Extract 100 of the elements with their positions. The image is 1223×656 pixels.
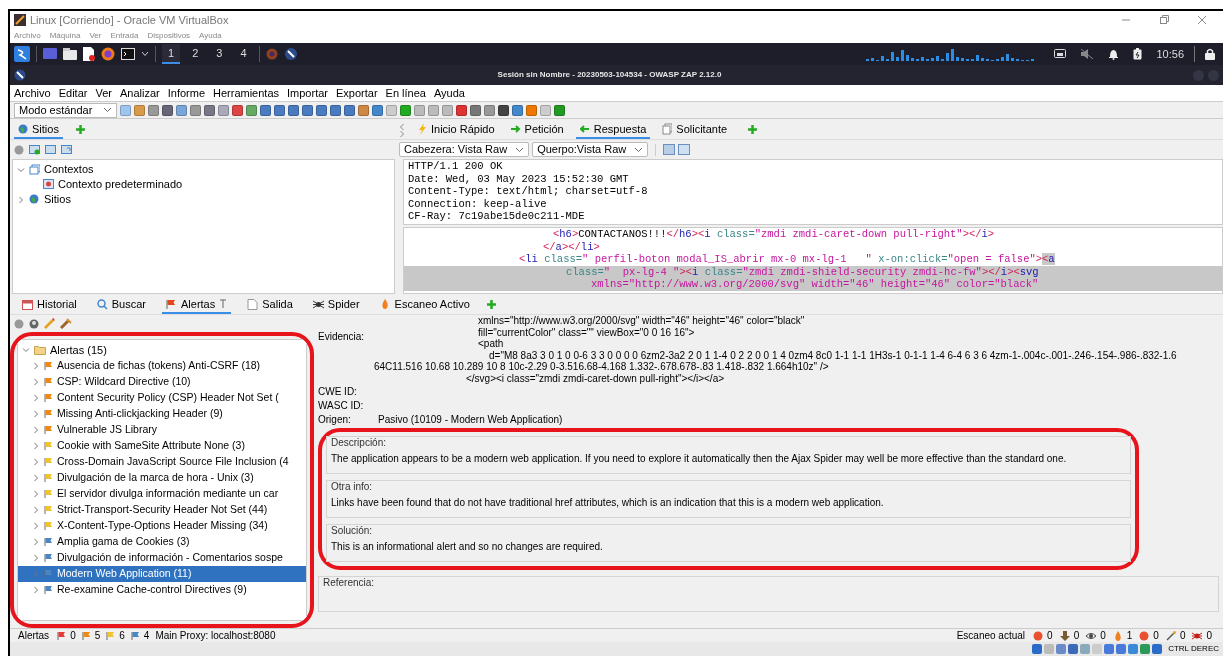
folder-icon[interactable]	[63, 48, 77, 60]
alert-tree-item[interactable]: El servidor divulga información mediante un car	[18, 486, 306, 502]
expand-chevron-icon[interactable]	[17, 195, 25, 204]
tab[interactable]: Salida	[243, 296, 297, 314]
tab[interactable]: Alertas	[162, 296, 232, 314]
menu-item[interactable]: Archivo	[14, 30, 41, 42]
terminal-icon[interactable]	[121, 48, 135, 60]
alert-tree-item[interactable]: Re-examine Cache-control Directives (9)	[18, 582, 306, 598]
menu-item[interactable]: Máquina	[49, 30, 81, 42]
add-icon[interactable]	[74, 124, 86, 135]
alert-tree-item[interactable]: X-Content-Type-Options Header Missing (34)	[18, 518, 306, 534]
scroll-tabs-icon[interactable]	[399, 123, 405, 137]
alert-tree-item[interactable]: Strict-Transport-Security Header Not Set (44)	[18, 502, 306, 518]
tab[interactable]: Buscar	[92, 296, 150, 314]
alert-tree-item[interactable]: Divulgación de la marca de hora - Unix (3)	[18, 470, 306, 486]
collapse-chevron-icon[interactable]	[17, 165, 25, 174]
display-icon[interactable]	[1054, 49, 1067, 59]
app-menu-icon[interactable]	[14, 46, 30, 62]
bell-icon[interactable]	[1108, 48, 1120, 60]
tab[interactable]: Petición	[506, 121, 568, 139]
mode-dropdown[interactable]: Modo estándar	[14, 102, 117, 118]
menu-item[interactable]: Analizar	[119, 84, 160, 102]
menu-item[interactable]: Entrada	[110, 30, 139, 42]
menu-item[interactable]: Ver	[89, 30, 102, 42]
split-layout-button[interactable]	[663, 144, 676, 155]
add-icon[interactable]	[485, 299, 497, 310]
menu-item[interactable]: En línea	[385, 84, 426, 102]
alert-tree-item[interactable]: Missing Anti-clickjacking Header (9)	[18, 406, 306, 422]
tab-layout-button[interactable]	[678, 144, 691, 155]
menu-item[interactable]: Dispositivos	[147, 30, 191, 42]
menu-item[interactable]: Ayuda	[199, 30, 222, 42]
toolbar-icon[interactable]	[204, 104, 215, 116]
restore-icon[interactable]	[1159, 15, 1169, 25]
toolbar-icon[interactable]	[470, 104, 481, 116]
toolbar-icon[interactable]	[456, 104, 467, 116]
circle-icon[interactable]	[14, 318, 24, 329]
hammer-icon[interactable]	[60, 318, 72, 329]
new-context-icon[interactable]	[29, 144, 40, 155]
tab[interactable]: Spider	[308, 296, 364, 314]
toolbar-icon[interactable]	[498, 104, 509, 116]
workspace-button[interactable]: 4	[234, 44, 253, 64]
toolbar-icon[interactable]	[372, 104, 383, 116]
toolbar-icon[interactable]	[260, 104, 271, 116]
document-icon[interactable]	[83, 47, 95, 61]
tab[interactable]: Respuesta	[575, 121, 651, 139]
add-icon[interactable]	[747, 124, 759, 135]
window-icon[interactable]	[45, 144, 56, 155]
tab[interactable]: Solicitante	[658, 121, 732, 139]
menu-item[interactable]: Ayuda	[433, 84, 465, 102]
circle-icon[interactable]	[14, 144, 24, 155]
tab[interactable]: Inicio Rápido	[413, 121, 499, 139]
menu-item[interactable]: Informe	[167, 84, 205, 102]
workspace-button[interactable]: 2	[186, 44, 205, 64]
body-view-dropdown[interactable]: Querpo:Vista Raw	[532, 142, 649, 157]
pin-icon[interactable]	[219, 299, 228, 309]
toolbar-icon[interactable]	[316, 104, 327, 116]
alert-tree-item[interactable]: CSP: Wildcard Directive (10)	[18, 374, 306, 390]
alert-tree-item[interactable]: Content Security Policy (CSP) Header Not Set (	[18, 390, 306, 406]
toolbar-icon[interactable]	[274, 104, 285, 116]
browser-icon[interactable]	[101, 47, 115, 61]
alert-tree-item[interactable]: Amplia gama de Cookies (3)	[18, 534, 306, 550]
window-icon[interactable]	[61, 144, 72, 155]
menu-item[interactable]: Herramientas	[213, 84, 280, 102]
tree-item[interactable]: Sitios	[44, 191, 71, 208]
circle-icon[interactable]	[29, 318, 39, 329]
workspace-button[interactable]: 3	[210, 44, 229, 64]
caret-icon[interactable]	[141, 51, 149, 57]
tree-item[interactable]: Contextos	[44, 161, 94, 178]
toolbar-icon[interactable]	[162, 104, 173, 116]
header-view-dropdown[interactable]: Cabezera: Vista Raw	[399, 142, 530, 157]
menu-item[interactable]: Ver	[95, 84, 112, 102]
workspace-button[interactable]: 1	[162, 44, 181, 64]
toolbar-icon[interactable]	[554, 104, 565, 116]
menu-item[interactable]: Archivo	[14, 84, 51, 102]
menu-item[interactable]: Importar	[287, 84, 328, 102]
alert-tree-item[interactable]: Cookie with SameSite Attribute None (3)	[18, 438, 306, 454]
tree-item[interactable]: Contexto predeterminado	[58, 176, 183, 193]
alert-tree-item[interactable]: Modern Web Application (11)	[18, 566, 306, 582]
tab[interactable]: Historial	[18, 296, 81, 314]
toolbar-icon[interactable]	[344, 104, 355, 116]
desktop-icon[interactable]	[43, 48, 57, 60]
pencil-icon[interactable]	[44, 318, 55, 329]
alert-tree-item[interactable]: Divulgación de información - Comentarios sospe	[18, 550, 306, 566]
close-icon[interactable]	[1197, 15, 1207, 25]
alert-tree-item[interactable]: Cross-Domain JavaScript Source File Inclusion (4	[18, 454, 306, 470]
toolbar-icon[interactable]	[302, 104, 313, 116]
collapse-chevron-icon[interactable]	[22, 346, 30, 354]
menu-item[interactable]: Editar	[58, 84, 88, 102]
lock-icon[interactable]	[1205, 48, 1215, 60]
toolbar-icon[interactable]	[330, 104, 341, 116]
toolbar-icon[interactable]	[288, 104, 299, 116]
zap-app-icon[interactable]	[283, 47, 298, 61]
tree-item[interactable]: Alertas (15)	[50, 341, 107, 359]
tab[interactable]: Escaneo Activo	[375, 296, 474, 314]
speaker-muted-icon[interactable]	[1080, 48, 1095, 60]
toolbar-icon[interactable]	[232, 104, 243, 116]
menu-item[interactable]: Exportar	[336, 84, 378, 102]
alert-tree-item[interactable]: Vulnerable JS Library	[18, 422, 306, 438]
toolbar-icon[interactable]	[512, 104, 523, 116]
sites-tab[interactable]: Sitios	[14, 121, 63, 139]
